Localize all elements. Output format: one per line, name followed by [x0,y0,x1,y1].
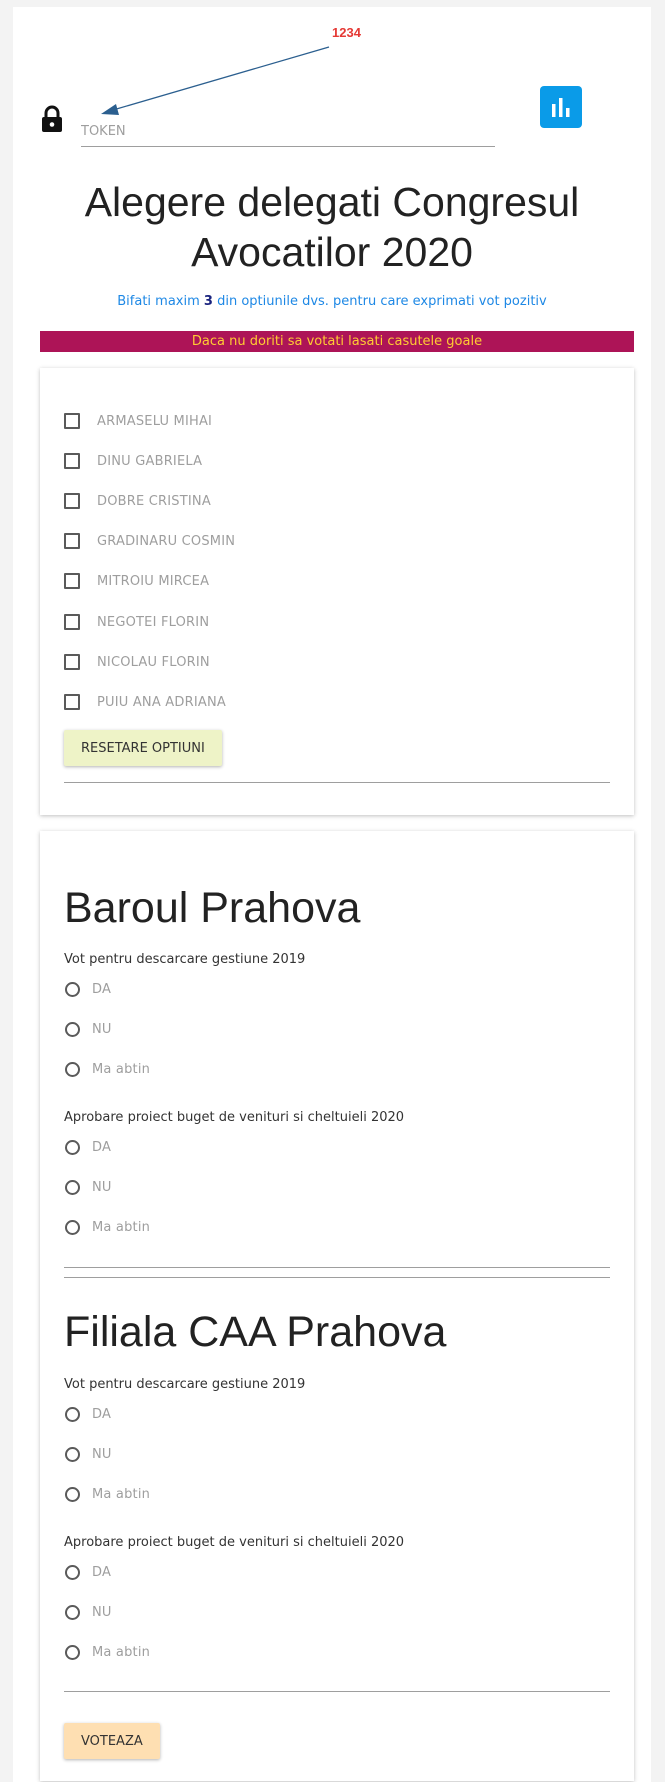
checkbox[interactable] [64,533,80,549]
radio-option[interactable]: NU [64,1443,112,1465]
question-text: Aprobare proiect buget de venituri si ch… [64,1535,405,1550]
radio-button[interactable] [65,1644,80,1660]
voting-card: Baroul Prahova Vot pentru descarcare ges… [40,831,634,1781]
question-text: Vot pentru descarcare gestiune 2019 [64,952,306,967]
radio-option[interactable]: Ma abtin [64,1058,150,1080]
token-input[interactable] [81,109,495,147]
radio-button[interactable] [65,1486,80,1502]
radio-button[interactable] [65,1021,80,1037]
radio-button[interactable] [65,1406,80,1422]
radio-option[interactable]: DA [64,978,111,1000]
radio-button[interactable] [65,1564,80,1580]
candidate-option[interactable]: GRADINARU COSMIN [64,530,235,552]
page-title: Alegere delegati Congresul Avocatilor 20… [84,179,580,275]
candidate-option[interactable]: ARMASELU MIHAI [64,410,212,432]
annotation-label: 1234 [332,25,361,40]
radio-button[interactable] [65,1219,80,1235]
candidate-option[interactable]: DINU GABRIELA [64,450,202,472]
radio-option[interactable]: Ma abtin [64,1216,150,1238]
divider [64,782,610,783]
radio-option[interactable]: NU [64,1176,112,1198]
checkbox[interactable] [64,413,80,429]
page: 1234 Alegere delegati Congresul Avocatil… [13,7,651,1782]
radio-button[interactable] [65,1446,80,1462]
checkbox[interactable] [64,493,80,509]
divider [64,1267,610,1268]
radio-option[interactable]: Ma abtin [64,1483,150,1505]
radio-button[interactable] [65,981,80,997]
vote-button[interactable]: VOTEAZA [64,1723,160,1759]
radio-option[interactable]: DA [64,1136,111,1158]
checkbox[interactable] [64,694,80,710]
divider [64,1691,610,1692]
question-text: Aprobare proiect buget de venituri si ch… [64,1110,405,1125]
checkbox[interactable] [64,453,80,469]
candidate-option[interactable]: DOBRE CRISTINA [64,490,211,512]
section-title: Baroul Prahova [64,884,361,932]
warning-banner: Daca nu doriti sa votati lasati casutele… [40,331,634,352]
lock-icon [42,105,62,132]
reset-options-button[interactable]: RESETARE OPTIUNI [64,730,222,766]
checkbox[interactable] [64,573,80,589]
radio-button[interactable] [65,1061,80,1077]
stats-button[interactable] [540,86,582,128]
checkbox[interactable] [64,654,80,670]
candidate-option[interactable]: PUIU ANA ADRIANA [64,691,226,713]
question-text: Vot pentru descarcare gestiune 2019 [64,1377,306,1392]
candidates-card: ARMASELU MIHAI DINU GABRIELA DOBRE CRIST… [40,368,634,815]
checkbox[interactable] [64,614,80,630]
candidate-option[interactable]: NICOLAU FLORIN [64,651,210,673]
radio-option[interactable]: DA [64,1403,111,1425]
section-title: Filiala CAA Prahova [64,1308,447,1356]
radio-option[interactable]: NU [64,1018,112,1040]
divider [64,1277,610,1278]
radio-button[interactable] [65,1604,80,1620]
radio-button[interactable] [65,1179,80,1195]
radio-button[interactable] [65,1139,80,1155]
radio-option[interactable]: Ma abtin [64,1641,150,1663]
candidate-option[interactable]: NEGOTEI FLORIN [64,611,209,633]
candidate-option[interactable]: MITROIU MIRCEA [64,570,209,592]
radio-option[interactable]: DA [64,1561,111,1583]
radio-option[interactable]: NU [64,1601,112,1623]
instructions-text: Bifati maxim 3 din optiunile dvs. pentru… [117,294,547,309]
bar-chart-icon [552,98,570,117]
